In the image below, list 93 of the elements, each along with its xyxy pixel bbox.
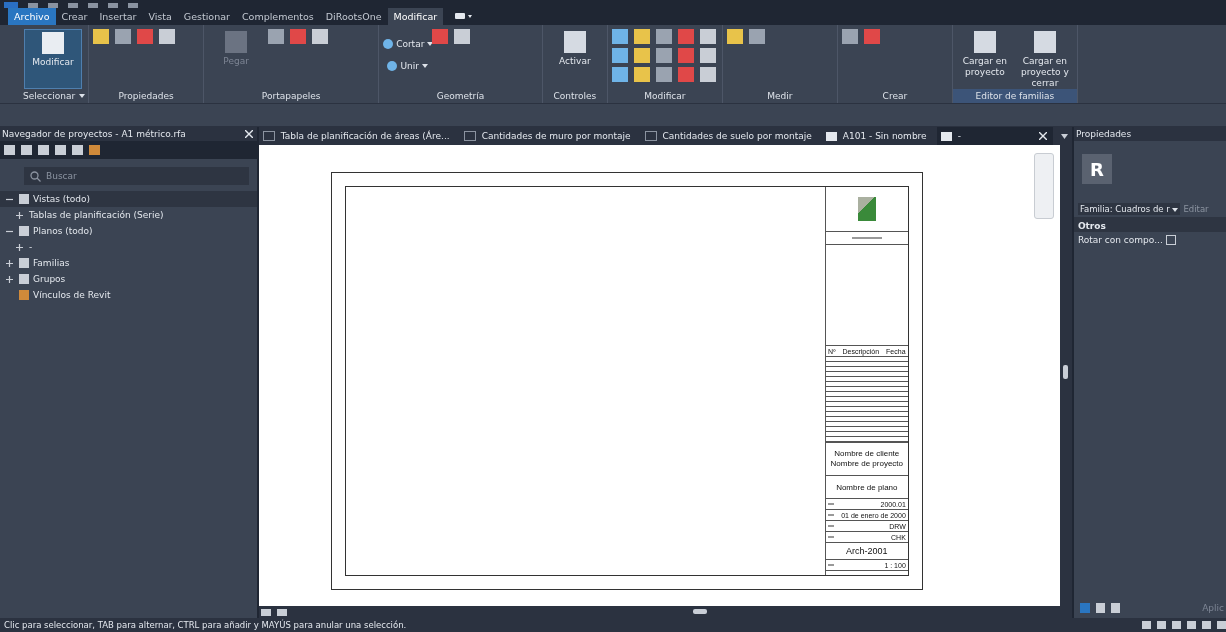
table-icon (644, 131, 657, 141)
panel-label: Geometría (435, 89, 486, 103)
view-tab[interactable]: Tabla de planificación de áreas (Áre... (258, 127, 460, 145)
client-name: Nombre de cliente (834, 449, 900, 459)
property-label: Rotar con compo... (1077, 234, 1163, 245)
tool-icon[interactable] (841, 29, 858, 44)
ribbon-button[interactable]: Activar (546, 29, 603, 87)
panel-label: Propiedades (117, 89, 175, 103)
ribbon-tab[interactable]: Crear (55, 8, 94, 25)
tree-item[interactable]: Familias (0, 255, 257, 271)
tree-item[interactable]: - (0, 239, 257, 255)
camera-dropdown-icon[interactable] (455, 12, 474, 20)
close-icon[interactable] (244, 130, 253, 138)
view-tab[interactable]: A101 - Sin nombre (821, 127, 937, 145)
panel-title: Propiedades (1075, 129, 1132, 139)
ribbon-button[interactable]: Modificar (24, 29, 82, 89)
status-message: Clic para seleccionar, TAB para alternar, CTRL para añadir y MAYÚS para anular una selección. (4, 620, 408, 630)
tool-icon[interactable] (655, 48, 672, 63)
panel-label: Medir (766, 89, 794, 103)
tree-item[interactable]: Tablas de planificación (Serie) (0, 207, 257, 223)
tool-icon[interactable] (159, 29, 176, 44)
ribbon-tab[interactable]: Vista (142, 8, 178, 25)
tool-icon[interactable] (748, 29, 765, 44)
panel-title: Navegador de proyectos - A1 métrico.rfa (2, 129, 186, 139)
ribbon-tab[interactable]: Modificar (387, 8, 444, 25)
text-line-icon (851, 237, 882, 239)
expand-icon[interactable] (6, 259, 13, 267)
node-icon (19, 258, 29, 268)
tree-item[interactable]: Planos (todo) (0, 223, 257, 239)
table-icon (463, 131, 476, 141)
search-field[interactable]: Buscar (24, 167, 249, 185)
table-icon (262, 131, 275, 141)
sheet-name: Nombre de plano (836, 482, 898, 492)
view-control-icon[interactable] (276, 608, 287, 616)
ribbon-tab[interactable]: Archivo (8, 8, 56, 25)
search-icon (30, 171, 41, 182)
dropdown-button[interactable]: Unir (387, 57, 428, 75)
tool-icon[interactable] (611, 67, 628, 82)
panel-label: Crear (881, 89, 909, 103)
view-control-icon[interactable] (260, 608, 271, 616)
family-type-icon: R (1081, 154, 1112, 184)
tool-icon[interactable] (115, 29, 132, 44)
panel-label: Modificar (643, 89, 687, 103)
node-icon (19, 194, 29, 204)
ribbon-tab[interactable]: Gestionar (177, 8, 236, 25)
scrollbar-thumb[interactable] (1062, 365, 1068, 379)
tool-icon[interactable] (268, 29, 285, 44)
checkbox[interactable] (1165, 234, 1176, 245)
tree-item[interactable]: Vistas (todo) (0, 191, 257, 207)
tool-icon[interactable] (312, 29, 329, 44)
tool-icon[interactable] (633, 29, 650, 44)
ribbon-button[interactable]: Cargar en proyecto (956, 29, 1013, 87)
tool-icon[interactable] (453, 29, 470, 44)
tool-icon[interactable] (633, 48, 650, 63)
sheet-icon (940, 131, 952, 141)
panel-label: Seleccionar (20, 89, 89, 103)
ribbon-tab[interactable]: DiRootsOne (319, 8, 388, 25)
tab-menu-icon[interactable] (1060, 133, 1068, 139)
tool-icon[interactable] (726, 29, 743, 44)
tool-icon[interactable] (611, 48, 628, 63)
expand-icon[interactable] (16, 211, 23, 219)
ribbon-button[interactable]: Cargar en proyecto y cerrar (1016, 29, 1073, 89)
tool-icon[interactable] (93, 29, 110, 44)
tree-item[interactable]: Vínculos de Revit (0, 287, 257, 303)
panel-label: Controles (552, 89, 598, 103)
view-tab[interactable]: - (936, 127, 1033, 145)
expand-icon[interactable] (6, 275, 13, 283)
sheet-number: Arch-2001 (846, 546, 888, 556)
tree-item[interactable]: Grupos (0, 271, 257, 287)
logo-icon (857, 197, 876, 221)
ribbon-tab[interactable]: Insertar (93, 8, 143, 25)
tool-icon[interactable] (699, 29, 716, 44)
panel-label: Editor de familias (952, 89, 1077, 103)
tool-icon[interactable] (699, 48, 716, 63)
close-icon[interactable] (1038, 132, 1047, 140)
node-icon (19, 226, 29, 236)
expand-icon[interactable] (16, 243, 23, 251)
tool-icon[interactable] (633, 67, 650, 82)
tool-icon[interactable] (655, 29, 672, 44)
scrollbar-thumb[interactable] (692, 609, 707, 614)
tool-icon[interactable] (611, 29, 628, 44)
sheet-icon (825, 131, 837, 141)
project-name: Nombre de proyecto (830, 459, 904, 469)
view-tab[interactable]: Cantidades de suelo por montaje (640, 127, 822, 145)
group-header: Otros (1073, 217, 1226, 232)
node-icon (19, 274, 29, 284)
tool-icon[interactable] (655, 67, 672, 82)
type-selector[interactable]: Familia: Cuadros de r (1077, 203, 1181, 215)
panel-label: Portapapeles (260, 89, 322, 103)
node-icon (19, 290, 29, 300)
tool-icon[interactable] (699, 67, 716, 82)
ribbon-tab[interactable]: Complementos (235, 8, 320, 25)
view-tab[interactable]: Cantidades de muro por montaje (459, 127, 641, 145)
